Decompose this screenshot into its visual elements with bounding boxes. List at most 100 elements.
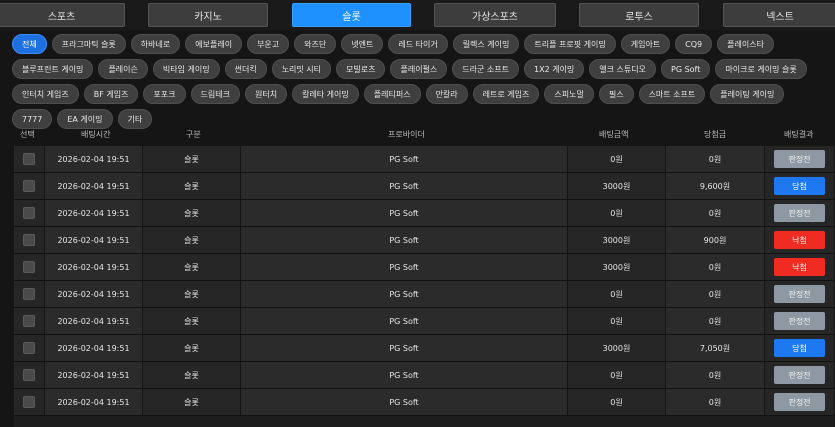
provider-chip[interactable]: CQ9 [675,34,713,54]
type-cell: 슬롯 [143,200,240,226]
time-cell: 2026-02-04 19:51 [45,281,142,307]
provider-chip[interactable]: 게임아트 [620,34,671,54]
table-row: 2026-02-04 19:51 슬롯 PG Soft 3000원 900원 낙첨 [14,227,834,254]
provider-cell: PG Soft [241,173,567,199]
row-checkbox[interactable] [23,180,35,192]
table-row: 2026-02-04 19:51 슬롯 PG Soft 3000원 7,050원 당첨 [14,335,834,362]
amount-cell: 3000원 [568,227,665,253]
type-cell: 슬롯 [143,227,240,253]
col-type: 구분 [186,130,201,139]
win-cell: 0원 [666,200,764,226]
provider-chip[interactable]: 트리플 프로핏 게이밍 [524,34,616,54]
provider-chip[interactable]: 프라그마틱 슬롯 [51,34,126,54]
row-checkbox[interactable] [23,207,35,219]
col-provider: 프로바이더 [388,130,425,139]
provider-chip[interactable]: 플레이스타 [717,34,774,54]
provider-chip[interactable]: 스마트 소프트 [638,84,706,104]
provider-chip[interactable]: 모빌로츠 [336,59,386,79]
provider-chip[interactable]: 와즈단 [294,34,337,54]
provider-chip[interactable]: 레트로 게임즈 [472,84,540,104]
amount-cell: 3000원 [568,335,665,361]
table-row: 2026-02-04 19:51 슬롯 PG Soft 0원 0원 판정전 [14,308,834,335]
win-cell: 0원 [666,254,764,280]
select-cell [14,227,44,253]
tab-next[interactable]: 넥스트 [723,3,835,27]
provider-chip[interactable]: 플레티퍼스 [363,84,421,104]
provider-chip[interactable]: PG Soft [661,59,711,79]
win-cell: 0원 [666,362,764,388]
provider-chip[interactable]: 썬더킥 [224,59,267,79]
row-checkbox[interactable] [23,234,35,246]
provider-chip[interactable]: 빅타임 게이밍 [152,59,220,79]
provider-chip[interactable]: 부운고 [247,34,290,54]
provider-chip[interactable]: 하바네로 [130,34,181,54]
result-cell: 당첨 [765,173,834,199]
type-cell: 슬롯 [143,146,240,172]
select-cell [14,281,44,307]
tab-casino[interactable]: 카지노 [148,3,268,27]
provider-chip[interactable]: 칼레타 게이밍 [292,84,359,104]
row-checkbox[interactable] [23,153,35,165]
provider-chip[interactable]: 플레이펄스 [390,59,448,79]
row-checkbox[interactable] [23,288,35,300]
win-cell: 0원 [666,308,764,334]
tab-sports[interactable]: 스포츠 [0,3,125,27]
result-badge: 낙첨 [774,258,825,276]
provider-chip[interactable]: 레드 타이거 [388,34,448,54]
tab-slot[interactable]: 슬롯 [292,3,411,27]
provider-chip[interactable]: EA 게이밍 [57,109,113,129]
provider-chip[interactable]: 플레이팅 게이밍 [710,84,785,104]
result-badge: 판정전 [774,366,825,384]
provider-chip[interactable]: 에보플레이 [185,34,243,54]
provider-chip[interactable]: 인터치 게임즈 [12,84,79,104]
provider-chip[interactable]: 전체 [12,34,47,54]
col-time: 배팅시간 [81,130,111,139]
provider-chip[interactable]: 릴렉스 게이밍 [452,34,520,54]
col-win: 당첨금 [704,130,727,139]
provider-chip[interactable]: 엘크 스튜디오 [589,59,656,79]
table-row: 2026-02-04 19:51 슬롯 PG Soft 0원 0원 판정전 [14,146,834,173]
table-row: 2026-02-04 19:51 슬롯 PG Soft 0원 0원 판정전 [14,281,834,308]
col-result: 배팅결과 [784,130,814,139]
provider-chip[interactable]: 드림테크 [190,84,240,104]
time-cell: 2026-02-04 19:51 [45,389,142,415]
row-checkbox[interactable] [23,315,35,327]
win-cell: 0원 [666,146,764,172]
provider-chip[interactable]: 포포크 [143,84,186,104]
provider-chip[interactable]: 7777 [12,109,53,129]
tab-lotus[interactable]: 로투스 [579,3,699,27]
provider-cell: PG Soft [241,200,567,226]
row-checkbox[interactable] [23,369,35,381]
select-cell [14,308,44,334]
provider-chip[interactable]: BF 게임즈 [83,84,139,104]
provider-chip[interactable]: 드라군 소프트 [452,59,519,79]
provider-chip[interactable]: 만칼라 [425,84,468,104]
time-cell: 2026-02-04 19:51 [45,227,142,253]
provider-chip[interactable]: 필스 [598,84,634,104]
provider-chip[interactable]: 플레이슨 [98,59,148,79]
provider-chip[interactable]: 원터치 [244,84,288,104]
provider-chip[interactable]: 1X2 게이밍 [524,59,585,79]
provider-chip[interactable]: 기타 [117,109,153,129]
win-cell: 0원 [666,281,764,307]
row-checkbox[interactable] [23,396,35,408]
table-row: 2026-02-04 19:51 슬롯 PG Soft 0원 0원 판정전 [14,200,834,227]
time-cell: 2026-02-04 19:51 [45,173,142,199]
provider-cell: PG Soft [241,254,567,280]
time-cell: 2026-02-04 19:51 [45,308,142,334]
provider-chip[interactable]: 넷엔트 [341,34,384,54]
tab-virtual-sports[interactable]: 가상스포츠 [434,3,556,27]
result-badge: 판정전 [774,285,825,303]
provider-chip[interactable]: 블루프린트 게이밍 [12,59,94,79]
select-cell [14,146,44,172]
col-amount: 배팅금액 [599,130,629,139]
win-cell: 0원 [666,389,764,415]
row-checkbox[interactable] [23,261,35,273]
provider-chip[interactable]: 노리밋 시티 [271,59,332,79]
row-checkbox[interactable] [23,342,35,354]
win-cell: 9,600원 [666,173,764,199]
provider-chip[interactable]: 마이크로 게이밍 슬롯 [715,59,807,79]
result-cell: 판정전 [765,308,834,334]
provider-chip[interactable]: 스피노멀 [544,84,594,104]
type-cell: 슬롯 [143,362,240,388]
